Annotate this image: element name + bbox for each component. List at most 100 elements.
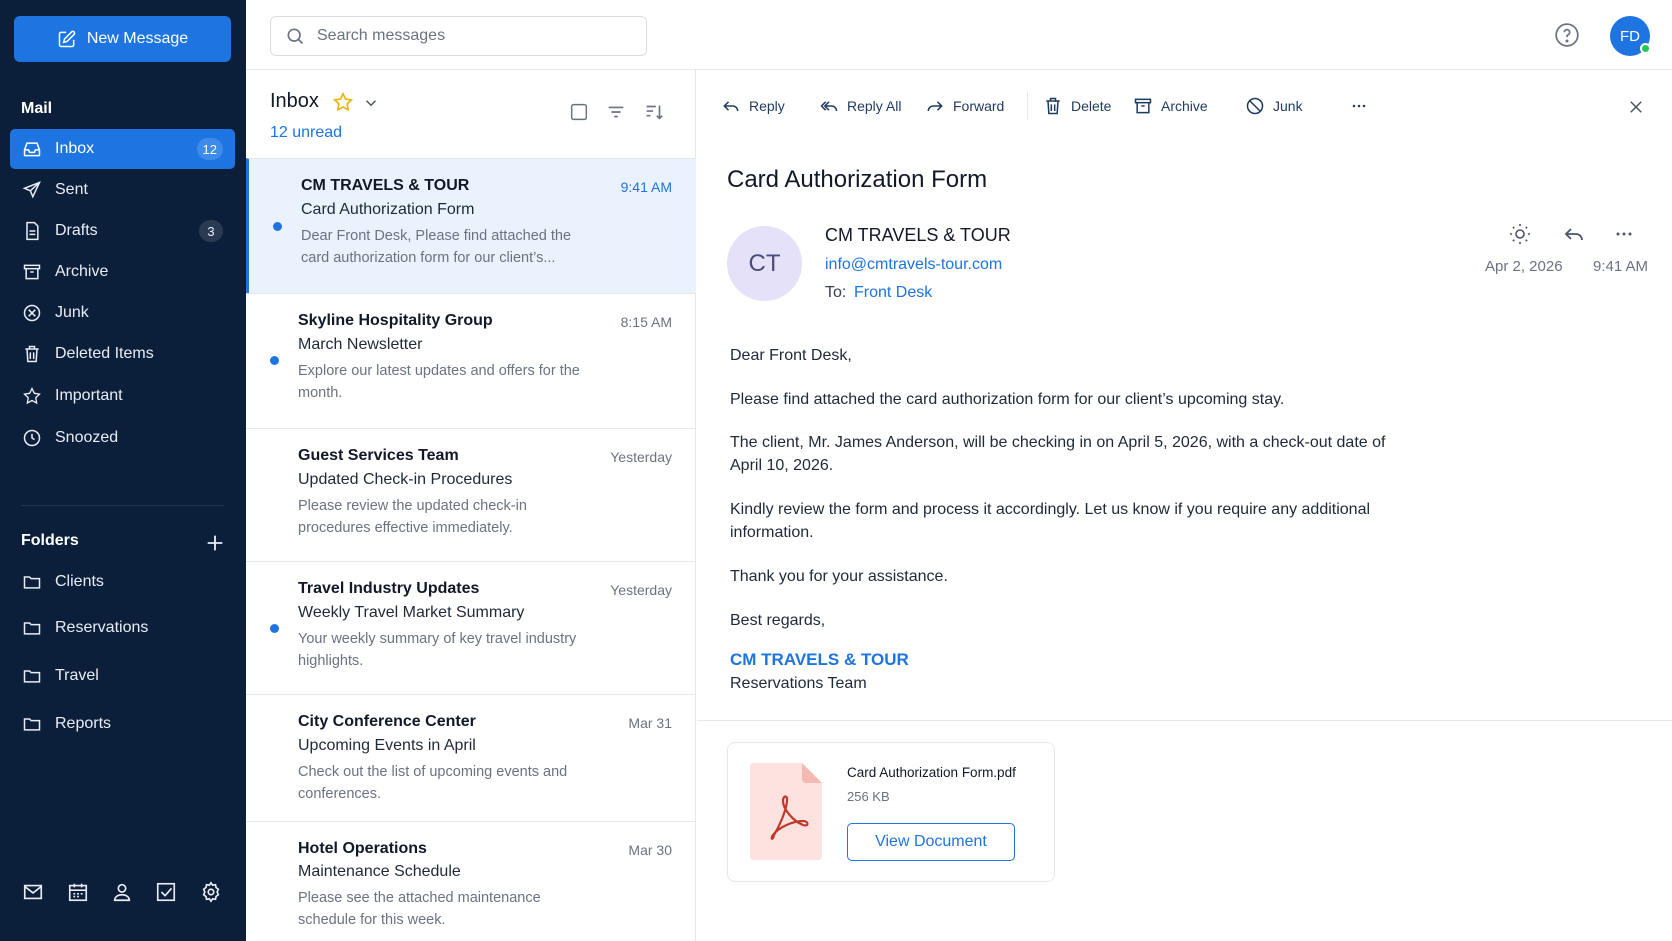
sidebar-item-deleted-items[interactable]: Deleted Items xyxy=(10,334,235,374)
message-toolbar: Reply Reply All Forward Delete Archive J… xyxy=(697,70,1672,136)
sidebar-item-label: Important xyxy=(55,387,123,404)
message-subject: Updated Check-in Procedures xyxy=(298,471,513,488)
send-icon xyxy=(22,181,41,199)
reply-button[interactable]: Reply xyxy=(721,94,785,118)
filter-icon[interactable] xyxy=(605,101,627,123)
message-time: 8:15 AM xyxy=(620,314,672,330)
reply-icon xyxy=(723,101,739,112)
search-input[interactable] xyxy=(317,27,617,45)
sidebar-folder-reservations[interactable]: Reservations xyxy=(10,608,235,648)
favorite-star-icon[interactable] xyxy=(332,91,354,113)
message-row[interactable]: Travel Industry Updates Yesterday Weekly… xyxy=(246,561,696,694)
unread-count-badge: 12 xyxy=(196,138,223,160)
sidebar-item-important[interactable]: Important xyxy=(10,376,235,416)
tasks-icon[interactable] xyxy=(155,881,179,905)
delete-label: Delete xyxy=(1071,98,1112,114)
sort-icon[interactable] xyxy=(643,101,665,123)
sidebar-item-inbox[interactable]: Inbox 12 xyxy=(10,129,235,169)
reply-label: Reply xyxy=(749,98,785,114)
email-time: 9:41 AM xyxy=(1593,258,1649,275)
junk-button[interactable]: Junk xyxy=(1245,94,1303,118)
sidebar-item-snoozed[interactable]: Snoozed xyxy=(10,418,235,458)
mail-icon[interactable] xyxy=(22,881,46,905)
message-list: Inbox 12 unread CM TRAVELS & TOUR 9:41 A… xyxy=(246,70,696,941)
new-message-label: New Message xyxy=(86,30,189,47)
folder-title: Inbox xyxy=(270,90,319,112)
sidebar-item-label: Reports xyxy=(55,715,112,732)
sidebar-item-label: Clients xyxy=(55,573,104,590)
sidebar-item-label: Archive xyxy=(55,263,109,280)
message-sender: CM TRAVELS & TOUR xyxy=(301,177,470,194)
chevron-down-icon[interactable] xyxy=(362,94,380,112)
delete-button[interactable]: Delete xyxy=(1043,94,1111,118)
message-row[interactable]: City Conference Center Mar 31 Upcoming E… xyxy=(246,694,696,821)
clock-icon xyxy=(23,429,41,447)
archive-button[interactable]: Archive xyxy=(1133,94,1208,118)
new-message-button[interactable]: New Message xyxy=(14,16,231,62)
search-icon xyxy=(287,28,304,45)
app-switcher-bar xyxy=(0,870,246,916)
close-icon[interactable] xyxy=(1627,98,1645,116)
sidebar-item-label: Reservations xyxy=(55,619,149,636)
email-closing: Best regards, xyxy=(730,612,826,629)
signature-team: Reservations Team xyxy=(730,675,867,692)
sidebar-item-label: Drafts xyxy=(55,222,98,239)
sidebar-item-junk[interactable]: Junk xyxy=(10,293,235,333)
unread-dot xyxy=(273,222,282,231)
message-preview: Your weekly summary of key travel indust… xyxy=(298,631,577,669)
more-actions-button[interactable] xyxy=(1349,94,1369,118)
add-folder-icon[interactable] xyxy=(204,532,226,554)
view-document-button[interactable]: View Document xyxy=(847,823,1015,861)
person-icon[interactable] xyxy=(111,881,135,905)
message-list-header: Inbox 12 unread xyxy=(246,70,696,158)
pdf-file-icon[interactable] xyxy=(750,763,822,860)
avatar-initials: FD xyxy=(1620,27,1640,45)
email-paragraph: Thank you for your assistance. xyxy=(730,568,948,585)
select-all-checkbox-icon[interactable] xyxy=(568,101,590,123)
sidebar-item-sent[interactable]: Sent xyxy=(10,170,235,210)
email-paragraph: Please find attached the card authorizat… xyxy=(730,391,1285,408)
more-horizontal-icon[interactable] xyxy=(1612,222,1636,246)
draft-icon xyxy=(26,221,39,241)
brightness-icon[interactable] xyxy=(1508,222,1532,246)
message-subject: Maintenance Schedule xyxy=(298,863,461,880)
search-box[interactable] xyxy=(270,16,647,56)
settings-icon[interactable] xyxy=(200,881,224,905)
reply-all-icon xyxy=(820,101,838,112)
message-row[interactable]: CM TRAVELS & TOUR 9:41 AM Card Authoriza… xyxy=(246,158,696,293)
message-time: Mar 30 xyxy=(628,842,672,858)
sender-initials: CT xyxy=(748,249,781,277)
sender-email-link[interactable]: info@cmtravels-tour.com xyxy=(825,256,1002,274)
message-time: 9:41 AM xyxy=(620,179,672,195)
attachment-divider xyxy=(697,720,1672,721)
message-row[interactable]: Skyline Hospitality Group 8:15 AM March … xyxy=(246,293,696,428)
email-subject: Card Authorization Form xyxy=(727,166,988,193)
sidebar-folder-reports[interactable]: Reports xyxy=(10,704,235,744)
user-avatar[interactable]: FD xyxy=(1610,16,1651,56)
recipient-link[interactable]: Front Desk xyxy=(854,284,932,302)
folder-icon xyxy=(23,670,41,683)
calendar-icon[interactable] xyxy=(67,881,91,905)
sidebar: New Message Mail Inbox 12 Sent Drafts 3 … xyxy=(0,0,246,941)
message-row[interactable]: Hotel Operations Mar 30 Maintenance Sche… xyxy=(246,821,696,941)
sidebar-folder-clients[interactable]: Clients xyxy=(10,562,235,602)
sidebar-item-label: Snoozed xyxy=(55,429,119,446)
email-greeting: Dear Front Desk, xyxy=(730,347,852,364)
online-status-dot xyxy=(1640,43,1651,54)
drafts-count-badge: 3 xyxy=(199,220,223,242)
attachment-size: 256 KB xyxy=(847,789,890,804)
message-preview: Please review the updated check-in proce… xyxy=(298,498,527,536)
junk-icon xyxy=(1246,97,1264,115)
sidebar-item-label: Travel xyxy=(55,667,99,684)
help-icon[interactable] xyxy=(1554,22,1580,48)
sidebar-folder-travel[interactable]: Travel xyxy=(10,656,235,696)
message-row[interactable]: Guest Services Team Yesterday Updated Ch… xyxy=(246,428,696,561)
reply-icon[interactable] xyxy=(1562,222,1586,246)
sidebar-item-drafts[interactable]: Drafts 3 xyxy=(10,211,235,251)
archive-icon xyxy=(1134,98,1152,114)
sidebar-item-archive[interactable]: Archive xyxy=(10,252,235,292)
forward-button[interactable]: Forward xyxy=(925,94,1004,118)
email-paragraph: Kindly review the form and process it ac… xyxy=(730,501,1371,541)
reply-all-button[interactable]: Reply All xyxy=(819,94,901,118)
attachment-name: Card Authorization Form.pdf xyxy=(847,765,1016,780)
